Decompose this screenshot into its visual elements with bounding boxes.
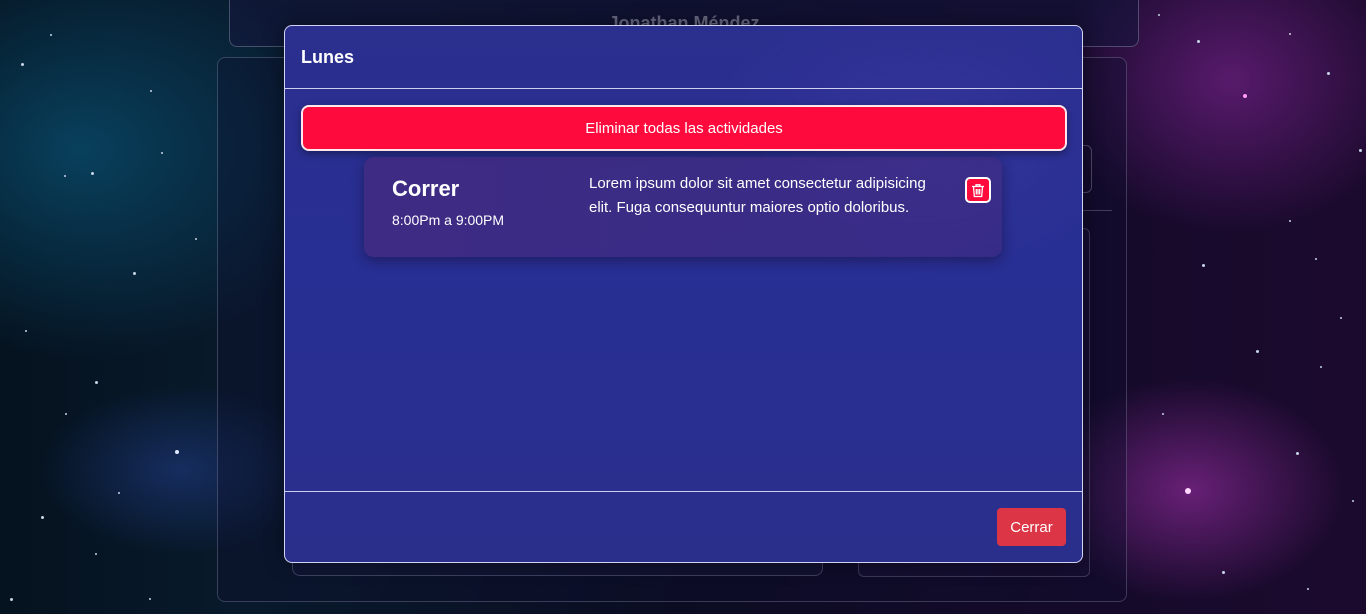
modal-footer: Cerrar: [285, 491, 1082, 562]
delete-activity-button[interactable]: [965, 177, 991, 203]
day-activities-modal: Lunes Eliminar todas las actividades Cor…: [284, 25, 1083, 563]
activity-name: Correr: [392, 176, 460, 201]
modal-body: Eliminar todas las actividades Correr 8:…: [285, 89, 1082, 491]
delete-all-activities-button[interactable]: Eliminar todas las actividades: [301, 105, 1067, 151]
trash-icon: [971, 183, 985, 198]
activity-description: Lorem ipsum dolor sit amet consectetur a…: [589, 175, 926, 216]
modal-title: Lunes: [301, 46, 355, 67]
activity-card: Correr 8:00Pm a 9:00PM Lorem ipsum dolor…: [364, 157, 1002, 257]
activity-time: 8:00Pm a 9:00PM: [392, 212, 505, 228]
close-button[interactable]: Cerrar: [997, 508, 1066, 546]
modal-header: Lunes: [285, 26, 1082, 89]
